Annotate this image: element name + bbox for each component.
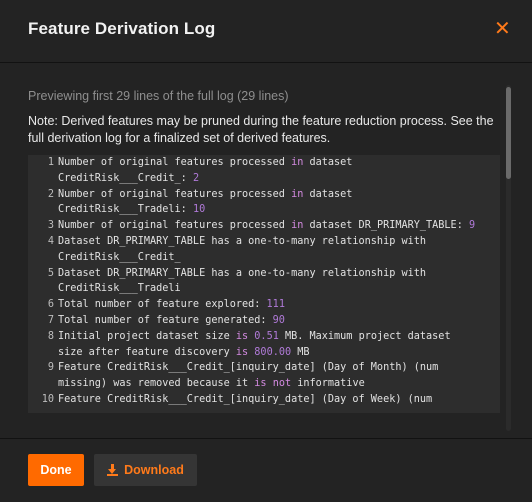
log-line: missing) was removed because it is not i… — [28, 376, 500, 392]
log-number: 2 — [192, 172, 200, 184]
log-line-number: 6 — [47, 299, 54, 311]
log-line-number — [28, 281, 58, 297]
log-line-text: missing) was removed because it is not i… — [58, 376, 500, 392]
log-text: MB. Maximum project dataset — [278, 330, 451, 342]
note-text: Note: Derived features may be pruned dur… — [28, 114, 494, 145]
log-line: 5 Dataset DR_PRIMARY_TABLE has a one-to-m… — [28, 266, 500, 282]
log-keyword: not — [272, 378, 292, 390]
log-line-number: 4 — [47, 235, 54, 247]
log-line-number: 5 — [47, 267, 54, 279]
log-line-text: Feature CreditRisk___Credit_[inquiry_dat… — [58, 360, 500, 376]
close-icon[interactable]: ✕ — [494, 18, 511, 40]
log-text: Dataset DR_PRIMARY_TABLE has a one-to-ma… — [58, 235, 427, 247]
log-line: CreditRisk___Credit_ — [28, 250, 500, 266]
log-line-number — [28, 250, 58, 266]
log-line-number: 3 — [47, 220, 54, 232]
log-number: 800.00 — [254, 346, 292, 358]
log-text: CreditRisk___Tradeli: — [58, 204, 193, 216]
modal-header: Feature Derivation Log ✕ — [0, 0, 532, 63]
log-text: Total number of feature generated: — [58, 314, 273, 326]
log-text: CreditRisk___Tradeli — [58, 283, 181, 295]
log-text: Feature CreditRisk___Credit_[inquiry_dat… — [58, 362, 439, 374]
log-keyword: is — [235, 330, 249, 342]
log-line: 3 Number of original features processed i… — [28, 218, 500, 234]
log-line-text: Initial project dataset size is 0.51 MB.… — [58, 329, 500, 345]
log-line-number — [28, 345, 58, 361]
log-keyword: is — [254, 378, 267, 390]
done-button[interactable]: Done — [28, 454, 84, 486]
download-icon — [107, 464, 119, 476]
log-number: 0.51 — [254, 330, 279, 342]
log-text: dataset — [303, 157, 353, 168]
log-line-text: Total number of feature generated: 90 — [58, 313, 500, 329]
scrollbar-thumb[interactable] — [506, 87, 511, 179]
log-text: Initial project dataset size — [58, 330, 236, 342]
log-line-text: Dataset DR_PRIMARY_TABLE has a one-to-ma… — [58, 234, 500, 250]
log-line: 6 Total number of feature explored: 111 — [28, 297, 500, 313]
log-number: 9 — [468, 220, 476, 232]
log-viewer[interactable]: 1 Number of original features processed i… — [28, 155, 500, 413]
log-keyword: is — [235, 346, 249, 358]
log-line: CreditRisk___Tradeli: 10 — [28, 202, 500, 218]
modal-footer: Done Download — [0, 438, 532, 502]
log-text: Feature CreditRisk___Credit_[inquiry_dat… — [58, 393, 433, 405]
log-text: Number of original features processed — [58, 220, 292, 232]
log-line-text: Feature CreditRisk___Credit_[inquiry_dat… — [58, 392, 500, 408]
log-line-number: 8 — [47, 330, 54, 342]
log-text: dataset — [303, 188, 353, 200]
log-line-number: 1 — [47, 157, 54, 168]
log-line-text: CreditRisk___Tradeli — [58, 281, 500, 297]
log-line: 10 Feature CreditRisk___Credit_[inquiry_d… — [28, 392, 500, 408]
log-line-text: Dataset DR_PRIMARY_TABLE has a one-to-ma… — [58, 266, 500, 282]
log-line: 4 Dataset DR_PRIMARY_TABLE has a one-to-m… — [28, 234, 500, 250]
log-keyword: in — [291, 220, 304, 232]
log-number: 10 — [192, 204, 206, 216]
modal-body: Previewing first 29 lines of the full lo… — [0, 63, 532, 437]
log-line-text: CreditRisk___Credit_ — [58, 250, 500, 266]
log-line-number: 7 — [47, 314, 54, 326]
log-line-text: Number of original features processed in… — [58, 218, 500, 234]
log-line: CreditRisk___Tradeli — [28, 281, 500, 297]
log-text: Number of original features processed — [58, 188, 292, 200]
log-text: informative — [291, 378, 365, 390]
log-text: missing) was removed because it — [58, 378, 255, 390]
feature-derivation-log-modal: Feature Derivation Log ✕ Previewing firs… — [0, 0, 532, 501]
log-line-number: 2 — [47, 188, 54, 200]
log-number: 90 — [272, 314, 285, 326]
log-line: 7 Total number of feature generated: 90 — [28, 313, 500, 329]
log-text: CreditRisk___Credit_: — [58, 172, 193, 184]
log-line-number — [28, 202, 58, 218]
log-keyword: in — [291, 157, 304, 168]
log-number: 111 — [266, 299, 285, 311]
log-text: Dataset DR_PRIMARY_TABLE has a one-to-ma… — [58, 267, 427, 279]
log-line-text: Total number of feature explored: 111 — [58, 297, 500, 313]
log-line-number: 10 — [41, 393, 54, 405]
log-line-number — [28, 376, 58, 392]
download-button-label: Download — [124, 463, 184, 477]
log-text: dataset DR_PRIMARY_TABLE: — [303, 220, 469, 232]
log-line-text: CreditRisk___Credit_: 2 — [58, 171, 500, 187]
log-text: MB — [291, 346, 310, 358]
log-line-text: CreditRisk___Tradeli: 10 — [58, 202, 500, 218]
log-line: 1 Number of original features processed i… — [28, 155, 500, 171]
log-line-number: 9 — [47, 362, 54, 374]
log-keyword: in — [291, 188, 304, 200]
log-line: 9 Feature CreditRisk___Credit_[inquiry_da… — [28, 360, 500, 376]
scrollbar[interactable] — [506, 85, 511, 431]
log-text: CreditRisk___Credit_ — [58, 251, 181, 263]
log-text: size after feature discovery — [58, 346, 236, 358]
log-line: 8 Initial project dataset size is 0.51 MB… — [28, 329, 500, 345]
log-text: Number of original features processed — [58, 157, 292, 168]
log-text: Total number of feature explored: — [58, 299, 267, 311]
log-line-text: Number of original features processed in… — [58, 187, 500, 203]
modal-title: Feature Derivation Log — [28, 19, 216, 38]
download-button[interactable]: Download — [94, 454, 197, 486]
log-line-text: size after feature discovery is 800.00 M… — [58, 345, 500, 361]
log-line-text: Number of original features processed in… — [58, 155, 500, 171]
log-line: 2 Number of original features processed i… — [28, 187, 500, 203]
log-line-number — [28, 171, 58, 187]
preview-info: Previewing first 29 lines of the full lo… — [28, 89, 289, 103]
log-line: size after feature discovery is 800.00 M… — [28, 345, 500, 361]
log-line: CreditRisk___Credit_: 2 — [28, 171, 500, 187]
